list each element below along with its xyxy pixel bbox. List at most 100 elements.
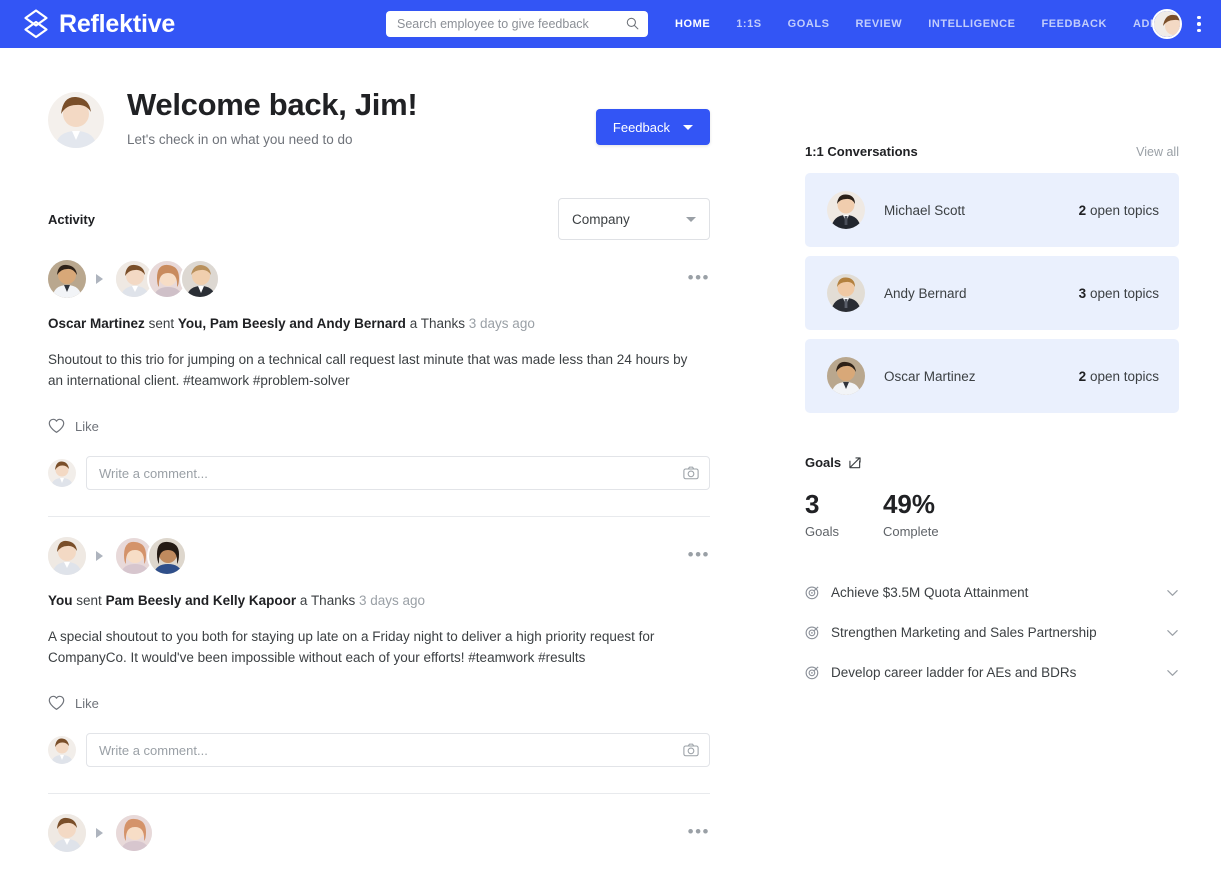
recipient-avatar [147, 536, 187, 576]
activity-header: Activity Company [48, 198, 760, 240]
heart-icon [48, 418, 65, 434]
external-link-icon[interactable] [848, 456, 862, 470]
reflektive-diamond-logo-icon [22, 9, 50, 39]
heart-icon [48, 695, 65, 711]
nav-right-group [1152, 0, 1209, 48]
nav-item-feedback[interactable]: FEEDBACK [1029, 18, 1121, 30]
post-options-menu[interactable]: ••• [688, 546, 710, 563]
conversation-name: Andy Bernard [884, 286, 967, 301]
conversation-avatar [827, 274, 865, 312]
goals-list: Achieve $3.5M Quota Attainment Strengthe… [805, 573, 1179, 693]
chevron-down-icon[interactable] [1166, 586, 1179, 599]
right-sidebar: 1:1 Conversations View all Michael Scott… [760, 48, 1221, 872]
goals-header: Goals [805, 455, 1179, 470]
post-verb: sent [76, 593, 102, 608]
goals-section: Goals 3 Goals 49% Complete [805, 455, 1179, 693]
post-article: a [410, 316, 418, 331]
main-column: Welcome back, Jim! Let's check in on wha… [0, 48, 760, 872]
conversation-name: Michael Scott [884, 203, 965, 218]
conversation-avatar [827, 357, 865, 395]
chevron-down-icon[interactable] [1166, 666, 1179, 679]
nav-item-1on1s[interactable]: 1:1S [723, 18, 774, 30]
comment-user-avatar [48, 459, 76, 487]
goal-name: Strengthen Marketing and Sales Partnersh… [831, 625, 1097, 640]
recipient-avatar [114, 813, 154, 853]
goals-count-label: Goals [805, 524, 839, 539]
post-avatars: ••• [48, 260, 710, 298]
view-all-conversations-link[interactable]: View all [1136, 145, 1179, 159]
conversation-topic-label: open topics [1090, 203, 1159, 218]
welcome-avatar [48, 92, 104, 148]
conversation-name: Oscar Martinez [884, 369, 976, 384]
post-sender-avatar [48, 814, 86, 852]
goal-row[interactable]: Achieve $3.5M Quota Attainment [805, 573, 1179, 613]
brand-logo-group[interactable]: Reflektive [22, 9, 175, 39]
nav-item-home[interactable]: HOME [662, 18, 723, 30]
post-kind: Thanks [311, 593, 355, 608]
goal-row[interactable]: Strengthen Marketing and Sales Partnersh… [805, 613, 1179, 653]
goal-row[interactable]: Develop career ladder for AEs and BDRs [805, 653, 1179, 693]
activity-filter-select[interactable]: Company [558, 198, 710, 240]
page-title: Welcome back, Jim! [127, 86, 417, 124]
conversations-header: 1:1 Conversations View all [805, 144, 1179, 159]
more-vertical-icon[interactable] [1189, 9, 1209, 39]
post-timestamp: 3 days ago [359, 593, 425, 608]
camera-icon[interactable] [683, 742, 699, 758]
feedback-button[interactable]: Feedback [596, 109, 710, 145]
user-avatar[interactable] [1152, 9, 1182, 39]
like-button[interactable]: Like [48, 695, 99, 711]
conversation-row[interactable]: Michael Scott 2 open topics [805, 173, 1179, 247]
top-navigation-bar: Reflektive HOME 1:1S GOALS REVIEW INTELL… [0, 0, 1221, 48]
conversation-topic-count: 2 [1079, 369, 1087, 384]
post-author: You [48, 593, 73, 608]
goal-name: Achieve $3.5M Quota Attainment [831, 585, 1028, 600]
post-verb: sent [149, 316, 175, 331]
comment-field [86, 456, 710, 490]
camera-icon[interactable] [683, 465, 699, 481]
search-input[interactable] [386, 11, 648, 37]
conversation-avatar [827, 191, 865, 229]
post-timestamp: 3 days ago [469, 316, 535, 331]
post-recipients: You, Pam Beesly and Andy Bernard [178, 316, 406, 331]
like-label: Like [75, 696, 99, 711]
comment-row [48, 456, 710, 490]
like-label: Like [75, 419, 99, 434]
nav-item-review[interactable]: REVIEW [843, 18, 916, 30]
nav-item-goals[interactable]: GOALS [775, 18, 843, 30]
search-container [386, 11, 648, 37]
post-author: Oscar Martinez [48, 316, 145, 331]
post-recipient-avatars [114, 536, 187, 576]
conversation-topic-count: 2 [1079, 203, 1087, 218]
post-options-menu[interactable]: ••• [688, 269, 710, 286]
activity-post: ••• You sent Pam Beesly a Thanks a month… [48, 794, 760, 872]
conversation-topic-count: 3 [1079, 286, 1087, 301]
chevron-down-icon[interactable] [1166, 626, 1179, 639]
chevron-down-icon [683, 125, 693, 130]
post-body: Shoutout to this trio for jumping on a t… [48, 350, 688, 392]
conversation-topic-label: open topics [1090, 369, 1159, 384]
conversation-row[interactable]: Andy Bernard 3 open topics [805, 256, 1179, 330]
activity-filter-value: Company [572, 212, 630, 227]
nav-item-intelligence[interactable]: INTELLIGENCE [915, 18, 1028, 30]
comment-user-avatar [48, 736, 76, 764]
post-body: A special shoutout to you both for stayi… [48, 627, 688, 669]
brand-name: Reflektive [59, 12, 175, 37]
target-icon [805, 585, 820, 600]
post-recipient-avatars [114, 259, 220, 299]
conversation-row[interactable]: Oscar Martinez 2 open topics [805, 339, 1179, 413]
comment-row [48, 733, 710, 767]
comment-input[interactable] [86, 733, 710, 767]
post-recipients: Pam Beesly and Kelly Kapoor [106, 593, 297, 608]
recipient-avatar [180, 259, 220, 299]
goals-title: Goals [805, 455, 841, 470]
post-avatars: ••• [48, 537, 710, 575]
post-options-menu[interactable]: ••• [688, 823, 710, 840]
conversations-title: 1:1 Conversations [805, 144, 918, 159]
arrow-right-icon [96, 551, 103, 561]
arrow-right-icon [96, 274, 103, 284]
like-button[interactable]: Like [48, 418, 99, 434]
conversation-open-topics: 3 open topics [1079, 286, 1159, 301]
comment-input[interactable] [86, 456, 710, 490]
main-nav-links: HOME 1:1S GOALS REVIEW INTELLIGENCE FEED… [662, 0, 1185, 48]
goals-stat-complete: 49% Complete [883, 490, 939, 539]
